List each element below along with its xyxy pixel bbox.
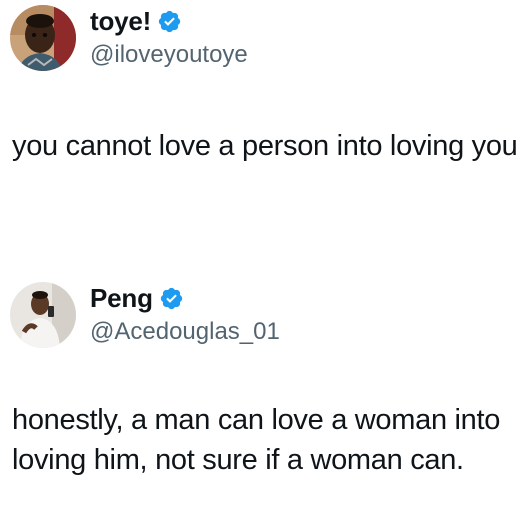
user-handle[interactable]: @iloveyoutoye (90, 41, 248, 69)
tweet-header: Peng @Acedouglas_01 (10, 282, 280, 348)
tweet-header: toye! @iloveyoutoye (10, 5, 248, 71)
avatar[interactable] (10, 5, 76, 71)
name-row: toye! (90, 5, 248, 37)
name-block: toye! @iloveyoutoye (90, 5, 248, 69)
user-handle[interactable]: @Acedouglas_01 (90, 318, 280, 346)
display-name[interactable]: Peng (90, 283, 153, 314)
tweet-text: you cannot love a person into loving you (12, 130, 518, 162)
verified-badge-icon (159, 286, 184, 311)
avatar[interactable] (10, 282, 76, 348)
verified-badge-icon (157, 9, 182, 34)
tweet-text: honestly, a man can love a woman into lo… (12, 404, 501, 476)
name-row: Peng (90, 282, 280, 314)
name-block: Peng @Acedouglas_01 (90, 282, 280, 346)
display-name[interactable]: toye! (90, 6, 151, 37)
